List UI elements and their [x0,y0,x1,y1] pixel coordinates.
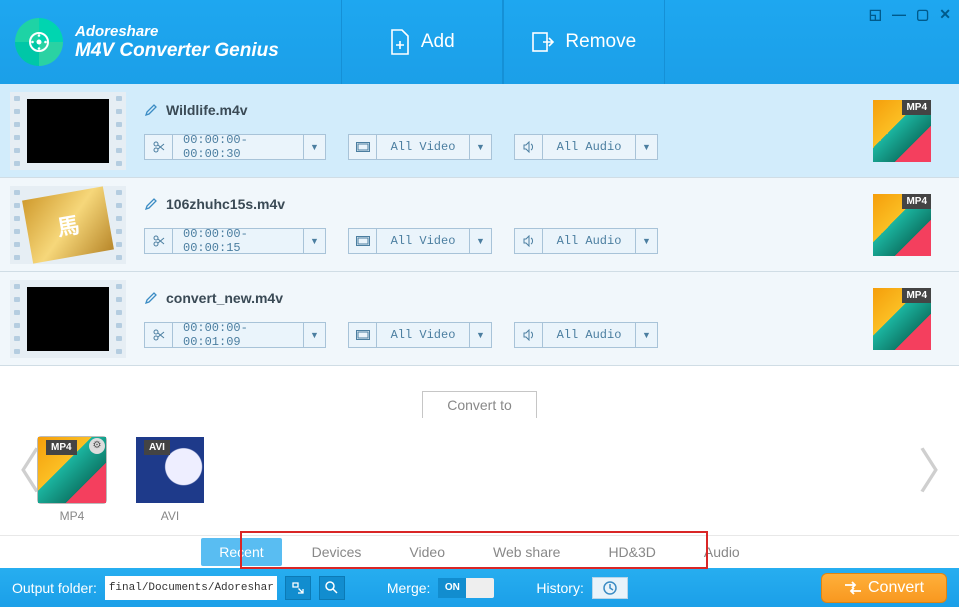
add-button[interactable]: Add [341,0,503,84]
history-button[interactable] [592,577,628,599]
scissors-icon [145,323,173,347]
format-gallery: 〈 ⚙MP4MP4AVIAVI 〉 [0,418,959,535]
audio-dropdown-icon[interactable]: ▼ [635,135,657,159]
convert-to-section: Convert to [0,387,959,418]
output-format-badge[interactable]: MP4 [873,288,931,350]
browse-folder-button[interactable] [285,576,311,600]
edit-icon[interactable] [144,197,158,211]
tab-recent[interactable]: Recent [201,538,281,566]
audio-icon [515,135,543,159]
trim-control[interactable]: 00:00:00-00:00:30▼ [144,134,326,160]
feedback-icon[interactable]: ◱ [869,6,882,23]
audio-dropdown-icon[interactable]: ▼ [635,229,657,253]
convert-button[interactable]: Convert [821,573,947,603]
gallery-next-icon[interactable]: 〉 [930,418,954,515]
file-name: 106zhuhc15s.m4v [166,196,285,212]
file-row[interactable]: convert_new.m4v 00:00:00-00:01:09▼ All Vid… [0,272,959,366]
audio-track-control[interactable]: All Audio▼ [514,322,658,348]
close-icon[interactable]: ✕ [939,6,951,23]
format-item-avi[interactable]: AVIAVI [136,437,204,523]
audio-icon [515,229,543,253]
format-label: MP4 [60,509,85,523]
file-list: Wildlife.m4v 00:00:00-00:00:30▼ All Video▼… [0,84,959,387]
video-dropdown-icon[interactable]: ▼ [469,229,491,253]
file-thumbnail[interactable] [10,280,126,358]
footer-bar: Output folder: Merge: ON History: Conver… [0,568,959,607]
audio-track-control[interactable]: All Audio▼ [514,228,658,254]
tab-audio[interactable]: Audio [686,538,758,566]
tab-devices[interactable]: Devices [294,538,380,566]
file-thumbnail[interactable] [10,92,126,170]
edit-icon[interactable] [144,291,158,305]
trim-control[interactable]: 00:00:00-00:01:09▼ [144,322,326,348]
video-icon [349,323,377,347]
video-dropdown-icon[interactable]: ▼ [469,135,491,159]
trim-dropdown-icon[interactable]: ▼ [303,323,325,347]
output-format-badge[interactable]: MP4 [873,100,931,162]
video-icon [349,229,377,253]
file-name: convert_new.m4v [166,290,283,306]
video-icon [349,135,377,159]
video-track-control[interactable]: All Video▼ [348,134,492,160]
category-tabs: Recent Devices Video Web share HD&3D Audio [0,535,959,568]
trim-control[interactable]: 00:00:00-00:00:15▼ [144,228,326,254]
brand-name: Adoreshare [75,23,279,40]
merge-toggle[interactable]: ON [438,578,494,598]
scissors-icon [145,229,173,253]
gallery-prev-icon[interactable]: 〈 [5,418,29,515]
gear-icon[interactable]: ⚙ [89,438,105,454]
trim-dropdown-icon[interactable]: ▼ [303,229,325,253]
logo-area: Adoreshare M4V Converter Genius [0,18,279,66]
tab-video[interactable]: Video [391,538,463,566]
video-track-control[interactable]: All Video▼ [348,322,492,348]
history-label: History: [536,580,583,596]
file-row[interactable]: 馬 106zhuhc15s.m4v 00:00:00-00:00:15▼ All Vi… [0,178,959,272]
tab-hd-3d[interactable]: HD&3D [590,538,673,566]
title-bar: Adoreshare M4V Converter Genius Add Remo… [0,0,959,84]
trim-dropdown-icon[interactable]: ▼ [303,135,325,159]
convert-to-tab[interactable]: Convert to [422,391,537,418]
audio-track-control[interactable]: All Audio▼ [514,134,658,160]
file-row[interactable]: Wildlife.m4v 00:00:00-00:00:30▼ All Video▼… [0,84,959,178]
format-item-mp4[interactable]: ⚙MP4MP4 [38,437,106,523]
app-logo-icon [15,18,63,66]
maximize-icon[interactable]: ▢ [916,6,929,23]
file-thumbnail[interactable]: 馬 [10,186,126,264]
output-format-badge[interactable]: MP4 [873,194,931,256]
scissors-icon [145,135,173,159]
search-button[interactable] [319,576,345,600]
format-label: AVI [161,509,179,523]
audio-dropdown-icon[interactable]: ▼ [635,323,657,347]
remove-button[interactable]: Remove [503,0,665,84]
output-folder-input[interactable] [105,576,277,600]
product-name: M4V Converter Genius [75,40,279,62]
file-name: Wildlife.m4v [166,102,248,118]
audio-icon [515,323,543,347]
merge-label: Merge: [387,580,431,596]
output-folder-label: Output folder: [12,580,97,596]
edit-icon[interactable] [144,103,158,117]
video-dropdown-icon[interactable]: ▼ [469,323,491,347]
video-track-control[interactable]: All Video▼ [348,228,492,254]
tab-web-share[interactable]: Web share [475,538,578,566]
minimize-icon[interactable]: — [892,6,906,23]
